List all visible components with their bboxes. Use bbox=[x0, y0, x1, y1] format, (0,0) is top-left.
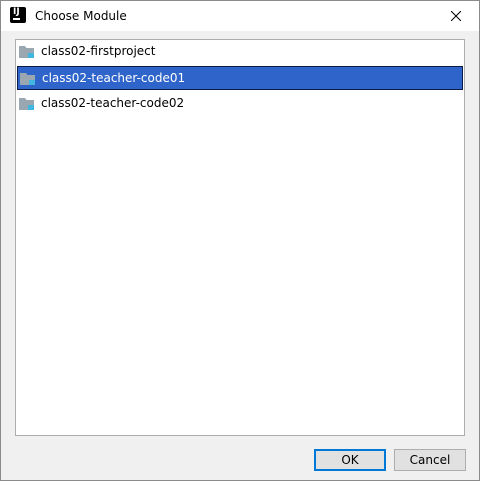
module-folder-icon bbox=[20, 73, 35, 85]
module-list-item-teacher-code01[interactable]: class02-teacher-code01 bbox=[17, 66, 463, 90]
app-icon-text: IJ bbox=[13, 7, 20, 17]
module-folder-icon bbox=[19, 46, 34, 58]
close-icon bbox=[451, 11, 461, 21]
module-label: class02-firstproject bbox=[41, 44, 156, 58]
ok-button[interactable]: OK bbox=[314, 449, 386, 471]
close-button[interactable] bbox=[433, 1, 479, 31]
title-bar[interactable]: IJ Choose Module bbox=[1, 1, 479, 31]
module-list-item-teacher-code02[interactable]: class02-teacher-code02 bbox=[17, 92, 463, 116]
cancel-button[interactable]: Cancel bbox=[394, 449, 466, 471]
choose-module-dialog: IJ Choose Module class02-firstproject cl… bbox=[0, 0, 480, 481]
module-list-item-firstproject[interactable]: class02-firstproject bbox=[17, 40, 463, 64]
dialog-title: Choose Module bbox=[35, 9, 127, 23]
module-list[interactable]: class02-firstproject class02-teacher-cod… bbox=[15, 39, 465, 436]
module-label: class02-teacher-code01 bbox=[42, 71, 186, 85]
module-label: class02-teacher-code02 bbox=[41, 96, 185, 110]
intellij-app-icon: IJ bbox=[10, 7, 26, 23]
app-icon-underline bbox=[13, 18, 20, 20]
module-folder-icon bbox=[19, 98, 34, 110]
